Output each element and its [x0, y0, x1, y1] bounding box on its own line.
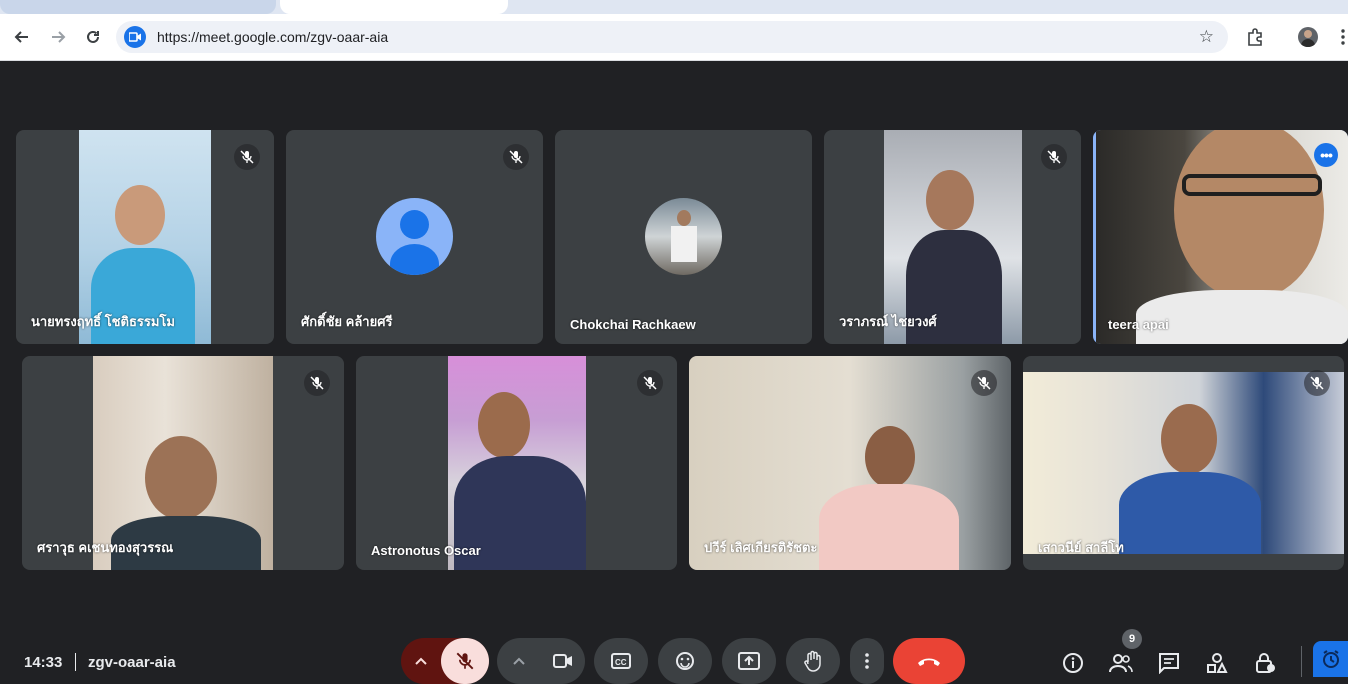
participant-name: ศักดิ์ชัย คล้ายศรี: [301, 314, 393, 329]
video-options-chevron-icon[interactable]: [497, 638, 541, 684]
participant-name: Chokchai Rachkaew: [570, 317, 696, 332]
microphone-control: [401, 638, 489, 684]
mic-off-icon: [234, 144, 260, 170]
forward-icon[interactable]: [45, 24, 71, 50]
meeting-code: zgv-oaar-aia: [88, 654, 176, 671]
mic-off-icon: [637, 370, 663, 396]
participant-name: Astronotus Oscar: [371, 543, 481, 558]
mic-off-icon: [1041, 144, 1067, 170]
raise-hand-button[interactable]: [786, 638, 840, 684]
activities-icon[interactable]: [1204, 650, 1230, 676]
participant-tile-selected[interactable]: ••• teera apai: [1093, 130, 1348, 344]
reactions-button[interactable]: [658, 638, 712, 684]
participant-video: [1023, 372, 1344, 554]
svg-text:CC: CC: [615, 658, 627, 667]
mic-off-icon: [1304, 370, 1330, 396]
participant-name: วราภรณ์ ไชยวงศ์: [839, 314, 937, 329]
chat-icon[interactable]: [1156, 650, 1182, 676]
captions-button[interactable]: CC: [594, 638, 648, 684]
participant-tile[interactable]: ปวีร์ เลิศเกียรติรัชตะ: [689, 356, 1011, 570]
camera-control: [497, 638, 585, 684]
people-icon[interactable]: [1108, 650, 1134, 676]
mic-off-button[interactable]: [441, 638, 489, 684]
participant-name: ปวีร์ เลิศเกียรติรัชตะ: [704, 540, 818, 555]
meeting-details-icon[interactable]: [1060, 650, 1086, 676]
browser-tab-active[interactable]: [280, 0, 508, 14]
participant-name: ศราวุธ คเชนทองสุวรรณ: [37, 540, 174, 555]
audio-options-chevron-icon[interactable]: [401, 638, 441, 684]
participant-tile[interactable]: วราภรณ์ ไชยวงศ์: [824, 130, 1081, 344]
participant-video: [448, 356, 586, 570]
default-avatar-icon: [376, 198, 453, 275]
mic-off-icon: [304, 370, 330, 396]
reload-icon[interactable]: [80, 24, 106, 50]
meeting-time: 14:33: [24, 654, 63, 671]
bookmark-star-icon[interactable]: ☆: [1199, 27, 1214, 47]
participant-tile[interactable]: Chokchai Rachkaew: [555, 130, 812, 344]
divider: [75, 653, 76, 671]
camera-button[interactable]: [541, 638, 585, 684]
back-icon[interactable]: [9, 24, 35, 50]
participant-tile[interactable]: เสาวนีย์ สาลีโท: [1023, 356, 1344, 570]
participant-avatar-photo: [645, 198, 722, 275]
browser-tab[interactable]: [0, 0, 276, 14]
participant-tile[interactable]: ศักดิ์ชัย คล้ายศรี: [286, 130, 543, 344]
meeting-timer-icon[interactable]: [1313, 641, 1348, 677]
profile-avatar[interactable]: [1295, 24, 1321, 50]
participant-tile[interactable]: Astronotus Oscar: [356, 356, 677, 570]
meet-site-icon[interactable]: [124, 26, 146, 48]
extensions-icon[interactable]: [1242, 24, 1268, 50]
browser-toolbar: https://meet.google.com/zgv-oaar-aia ☆: [0, 14, 1348, 61]
more-options-icon[interactable]: [850, 638, 884, 684]
address-bar[interactable]: https://meet.google.com/zgv-oaar-aia ☆: [116, 21, 1228, 53]
participant-video: [1096, 130, 1348, 344]
browser-menu-icon[interactable]: [1330, 24, 1348, 50]
mic-off-icon: [971, 370, 997, 396]
mic-off-icon: [503, 144, 529, 170]
divider: [1301, 646, 1302, 677]
participant-count-badge: 9: [1122, 629, 1142, 649]
tab-strip: [0, 0, 1348, 14]
participant-name: เสาวนีย์ สาลีโท: [1038, 540, 1124, 555]
participant-name: teera apai: [1108, 317, 1169, 332]
participant-tile[interactable]: นายทรงฤทธิ์ โชติธรรมโม: [16, 130, 274, 344]
more-options-icon[interactable]: •••: [1314, 143, 1338, 167]
participant-name: นายทรงฤทธิ์ โชติธรรมโม: [31, 314, 175, 329]
host-controls-lock-icon[interactable]: [1252, 650, 1278, 676]
end-call-button[interactable]: [893, 638, 965, 684]
present-screen-button[interactable]: [722, 638, 776, 684]
url-text[interactable]: https://meet.google.com/zgv-oaar-aia: [157, 29, 388, 45]
participant-tile[interactable]: ศราวุธ คเชนทองสุวรรณ: [22, 356, 344, 570]
